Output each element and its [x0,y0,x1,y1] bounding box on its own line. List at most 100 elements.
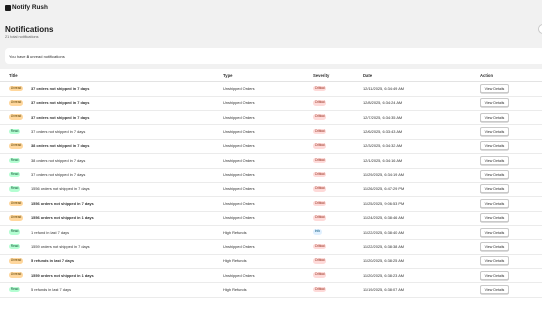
notification-date: 11/20/2025, 6:38:25 AM [363,258,405,264]
notification-date: 11/22/2025, 6:38:40 AM [363,229,405,235]
notification-type: Unshipped Orders [223,186,255,192]
severity-badge: Critical [313,272,327,278]
view-details-button[interactable]: View Details [480,198,509,208]
notification-date: 12/3/2025, 6:34:32 AM [363,143,403,149]
severity-badge: Critical [313,128,327,135]
page-action-button[interactable] [538,24,542,34]
column-header-action: Action [480,73,494,78]
notification-title: 38 orders not shipped in 7 days [31,143,90,149]
page-title: Notifications [5,25,54,34]
notification-type: High Refunds [223,286,247,292]
column-header-title: Title [9,73,18,78]
notification-date: 11/29/2025, 6:34:19 AM [363,172,405,178]
view-details-button[interactable]: View Details [480,98,509,108]
table-row: Read 37 orders not shipped in 7 days Unshi… [0,168,542,183]
notification-type: Unshipped Orders [223,172,255,178]
banner-prefix: You have [9,53,27,59]
view-details-button[interactable]: View Details [480,127,509,137]
severity-badge: Critical [313,243,327,250]
table-row: Unread 1559 orders not shipped in 1 days U… [0,268,542,284]
notification-date: 11/25/2025, 9:06:53 PM [363,200,405,206]
banner-text: You have 8 unread notifications [9,54,65,59]
notification-type: Unshipped Orders [223,114,255,120]
table-row: Unread 37 orders not shipped in 7 days Uns… [0,110,542,126]
table-row: Unread 1556 orders not shipped in 7 days U… [0,196,542,212]
severity-badge: Critical [313,200,327,207]
page-subtitle: 21 total notifications [5,35,39,39]
top-bar: Notify Rush [0,0,542,17]
notification-title: 1559 orders not shipped in 1 days [31,272,94,278]
table-row: Unread 38 orders not shipped in 7 days Uns… [0,139,542,155]
view-details-button[interactable]: View Details [480,184,509,194]
notification-title: 5 refunds in last 7 days [31,258,75,264]
notification-title: 1559 orders not shipped in 7 days [31,243,90,249]
status-badge: Unread [9,272,24,278]
view-details-button[interactable]: View Details [480,256,509,266]
notification-date: 12/6/2025, 6:33:43 AM [363,129,403,135]
notification-date: 11/26/2025, 6:47:29 PM [363,186,405,192]
table-row: Read 38 orders not shipped in 7 days Unshi… [0,153,542,169]
severity-badge: Critical [313,257,327,264]
severity-badge: Critical [313,100,327,106]
status-badge: Read [9,186,21,192]
notification-title: 1 refund in last 7 days [31,229,70,235]
notification-title: 38 orders not shipped in 7 days [31,157,86,163]
table-row: Read 1 refund in last 7 days High Refunds I… [0,225,542,241]
notification-title: 37 orders not shipped in 7 days [31,114,90,120]
view-details-button[interactable]: View Details [480,241,509,251]
notification-title: 1556 orders not shipped in 1 days [31,215,94,221]
notifications-table: Title Type Severity Date Action Unread 37… [0,69,542,309]
notification-date: 11/24/2025, 6:38:46 AM [363,215,405,221]
view-details-button[interactable]: View Details [480,170,509,180]
notification-type: Unshipped Orders [223,100,255,106]
notification-title: 1556 orders not shipped in 7 days [31,186,90,192]
view-details-button[interactable]: View Details [480,270,509,280]
view-details-button[interactable]: View Details [480,141,509,151]
view-details-button[interactable]: View Details [480,284,509,294]
status-badge: Unread [9,143,24,149]
notification-date: 12/8/2025, 6:34:24 AM [363,100,403,106]
view-details-button[interactable]: View Details [480,227,509,237]
severity-badge: Critical [313,214,327,221]
table-row: Unread 1556 orders not shipped in 1 days U… [0,211,542,226]
notification-type: Unshipped Orders [223,243,255,249]
status-badge: Unread [9,85,24,92]
notification-type: High Refunds [223,229,247,235]
severity-badge: Critical [313,85,327,92]
notification-type: Unshipped Orders [223,215,255,221]
column-header-date: Date [363,73,373,78]
status-badge: Unread [9,257,24,264]
notification-title: 37 orders not shipped in 7 days [31,129,86,135]
severity-badge: Critical [313,186,327,192]
view-details-button[interactable]: View Details [480,213,509,223]
notification-date: 12/7/2025, 6:34:35 AM [363,114,403,120]
notification-date: 11/20/2025, 6:38:23 AM [363,272,405,278]
status-badge: Unread [9,200,24,207]
notification-date: 12/11/2025, 6:34:49 AM [363,86,405,91]
severity-badge: Critical [313,157,327,164]
notification-type: Unshipped Orders [223,86,255,91]
status-badge: Unread [9,100,24,106]
notification-title: 37 orders not shipped in 7 days [31,172,86,178]
banner-suffix: unread notifications [28,53,65,59]
view-details-button[interactable]: View Details [480,112,509,122]
notification-type: Unshipped Orders [223,272,255,278]
status-badge: Read [9,171,21,178]
status-badge: Unread [9,114,24,121]
status-badge: Unread [9,214,24,221]
notification-title: 1556 orders not shipped in 7 days [31,200,94,206]
notification-date: 11/19/2025, 6:38:07 AM [363,286,405,292]
table-row: Read 37 orders not shipped in 7 days Unshi… [0,125,542,140]
notification-title: 5 refunds in last 7 days [31,286,72,292]
view-details-button[interactable]: View Details [480,155,509,165]
notification-type: Unshipped Orders [223,143,255,149]
status-badge: Read [9,243,21,250]
notification-title: 37 orders not shipped in 7 days [31,100,90,106]
table-row: Read 1556 orders not shipped in 7 days Uns… [0,182,542,198]
app-logo-icon [5,5,11,11]
view-details-button[interactable]: View Details [480,84,509,93]
column-header-severity: Severity [313,73,330,78]
status-badge: Read [9,128,21,135]
notification-type: Unshipped Orders [223,157,255,163]
column-header-type: Type [223,73,233,78]
